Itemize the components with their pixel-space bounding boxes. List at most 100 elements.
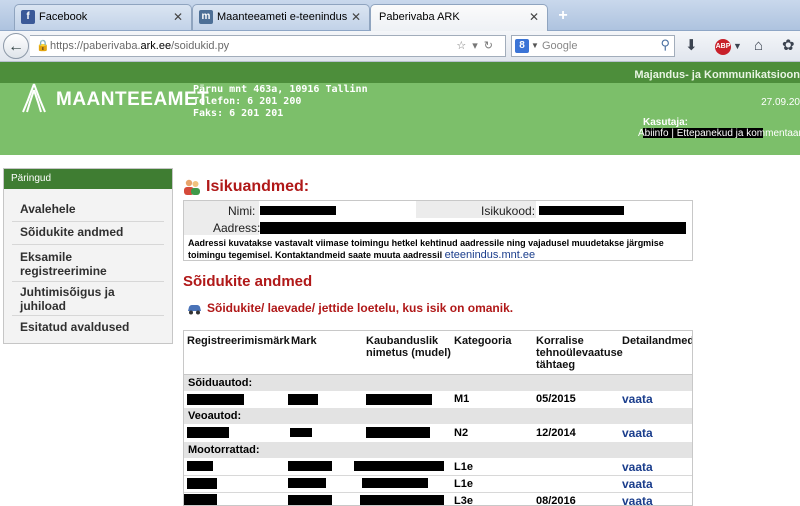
redacted-model xyxy=(366,394,432,405)
column-header-details: Detailandmed xyxy=(622,335,693,347)
adblock-icon[interactable]: ABP xyxy=(715,39,731,55)
divider xyxy=(12,221,164,222)
chevron-down-icon[interactable]: ▼ xyxy=(733,36,742,56)
car-icon xyxy=(188,305,201,315)
inspection-cell: 05/2015 xyxy=(536,393,576,405)
inspection-cell: 12/2014 xyxy=(536,427,576,439)
details-link[interactable]: vaata xyxy=(622,460,653,474)
sidebar-nav: Päringud Avalehele Sõidukite andmed Eksa… xyxy=(3,168,173,344)
chevron-down-icon[interactable]: ▼ xyxy=(531,36,539,56)
group-row-cars: Sõiduautod: xyxy=(184,375,692,391)
group-row-motorcycles: Mootorrattad: xyxy=(184,442,692,458)
facebook-icon: f xyxy=(21,10,35,24)
column-header-make: Mark xyxy=(291,335,317,347)
details-link[interactable]: vaata xyxy=(622,477,653,491)
group-row-trucks: Veoautod: xyxy=(184,408,692,424)
category-cell: N2 xyxy=(454,427,469,439)
phone-line: Telefon: 6 201 200 xyxy=(193,96,302,107)
logo-text: MAANTEEAMET xyxy=(56,89,210,110)
details-link[interactable]: vaata xyxy=(622,392,653,406)
tab-maanteeamet[interactable]: m Maanteeameti e-teenindus ✕ xyxy=(192,4,370,30)
redacted-model xyxy=(366,427,430,438)
redacted-make xyxy=(290,428,312,437)
tab-label: Paberivaba ARK xyxy=(379,11,460,23)
address-note: Aadressi kuvatakse vastavalt viimase toi… xyxy=(188,238,664,261)
column-header-inspection: Korralise tehnoülevaatuse tähtaeg xyxy=(536,335,623,371)
sidebar-item-driving-licence[interactable]: Juhtimisõigus ja juhiload xyxy=(4,285,124,313)
column-header-model: Kaubanduslik nimetus (mudel) xyxy=(366,335,451,359)
home-icon[interactable]: ⌂ xyxy=(754,36,763,56)
back-button[interactable]: ← xyxy=(3,33,29,59)
eteenindus-link[interactable]: eteenindus.mnt.ee xyxy=(445,249,536,261)
column-header-registration: Registreerimismärk xyxy=(187,335,290,347)
divider xyxy=(184,475,692,476)
maanteeamet-logo-icon xyxy=(22,83,46,113)
url-text: https://paberivaba.ark.ee/soidukid.py xyxy=(50,40,230,52)
category-cell: M1 xyxy=(454,393,470,405)
bookmark-star-icon[interactable]: ☆▾↻ xyxy=(456,36,499,56)
vehicles-section-title: Sõidukite andmed xyxy=(183,273,313,290)
address-line: Pärnu mnt 463a, 10916 Tallinn xyxy=(193,84,368,95)
contact-info: Pärnu mnt 463a, 10916 Tallinn Telefon: 6… xyxy=(193,84,368,120)
new-tab-button[interactable]: + xyxy=(552,6,574,26)
redacted-id-code xyxy=(539,206,624,215)
address-label: Aadress: xyxy=(213,221,261,235)
details-link[interactable]: vaata xyxy=(622,494,653,505)
divider xyxy=(12,244,164,245)
tab-label: Maanteeameti e-teenindus xyxy=(217,11,348,23)
redacted-address xyxy=(260,222,686,234)
redacted-registration xyxy=(187,394,244,405)
vehicles-subtitle: Sõidukite/ laevade/ jettide loetelu, kus… xyxy=(207,301,514,315)
table-header-row: Registreerimismärk Mark Kaubanduslik nim… xyxy=(184,331,692,375)
search-input[interactable]: Google xyxy=(542,36,577,56)
divider xyxy=(12,315,164,316)
redacted-make xyxy=(288,478,326,488)
tab-facebook[interactable]: f Facebook ✕ xyxy=(14,4,192,30)
ministry-name: Majandus- ja Kommunikatsioon xyxy=(634,69,800,81)
redacted-registration xyxy=(187,478,217,489)
sidebar-heading: Päringud xyxy=(4,169,172,189)
search-icon[interactable]: ⚲ xyxy=(660,37,670,53)
persons-icon xyxy=(184,179,200,195)
category-cell: L1e xyxy=(454,478,473,490)
browser-tab-strip: f Facebook ✕ m Maanteeameti e-teenindus … xyxy=(0,0,800,31)
sidebar-item-avalehele[interactable]: Avalehele xyxy=(4,202,172,216)
navigation-bar: ← 🔒 https://paberivaba.ark.ee/soidukid.p… xyxy=(0,31,800,62)
lock-icon: 🔒 xyxy=(36,40,50,52)
close-tab-icon[interactable]: ✕ xyxy=(173,5,183,29)
fax-line: Faks: 6 201 201 xyxy=(193,108,284,119)
header-date: 27.09.20 xyxy=(761,97,800,108)
sidebar-item-submitted-applications[interactable]: Esitatud avaldused xyxy=(4,320,172,334)
category-cell: L3e xyxy=(454,495,473,506)
divider xyxy=(12,281,164,282)
person-section-title: Isikuandmed: xyxy=(206,178,310,195)
name-label: Nimi: xyxy=(228,204,256,218)
close-tab-icon[interactable]: ✕ xyxy=(529,5,539,29)
column-header-category: Kategooria xyxy=(454,335,512,347)
redacted-name xyxy=(260,206,336,215)
redacted-make xyxy=(288,394,318,405)
category-cell: L1e xyxy=(454,461,473,473)
maanteeamet-favicon: m xyxy=(199,10,213,24)
url-bar[interactable]: 🔒 https://paberivaba.ark.ee/soidukid.py … xyxy=(30,35,506,57)
sidebar-item-exam-registration[interactable]: Eksamile registreerimine xyxy=(4,250,134,278)
tab-label: Facebook xyxy=(39,11,88,23)
header-links[interactable]: Abiinfo | Ettepanekud ja kommentaarid xyxy=(638,128,800,139)
redacted-model xyxy=(362,478,428,488)
search-bar[interactable]: 8 ▼ Google ⚲ xyxy=(511,35,675,57)
tab-paberivaba-ark[interactable]: Paberivaba ARK ✕ xyxy=(370,4,548,31)
close-tab-icon[interactable]: ✕ xyxy=(351,5,361,29)
google-icon[interactable]: 8 xyxy=(515,39,529,53)
download-icon[interactable]: ⬇ xyxy=(685,36,698,56)
vehicles-table: Registreerimismärk Mark Kaubanduslik nim… xyxy=(183,330,693,506)
redacted-make xyxy=(288,461,332,471)
sidebar-item-vehicle-data[interactable]: Sõidukite andmed xyxy=(4,225,172,239)
redacted-registration xyxy=(187,461,213,471)
redacted-registration xyxy=(184,494,217,505)
divider xyxy=(184,492,692,493)
details-link[interactable]: vaata xyxy=(622,426,653,440)
extension-icon[interactable]: ✿ xyxy=(782,36,795,56)
id-code-label: Isikukood: xyxy=(481,204,536,218)
inspection-cell: 08/2016 xyxy=(536,495,576,506)
redacted-registration xyxy=(187,427,229,438)
